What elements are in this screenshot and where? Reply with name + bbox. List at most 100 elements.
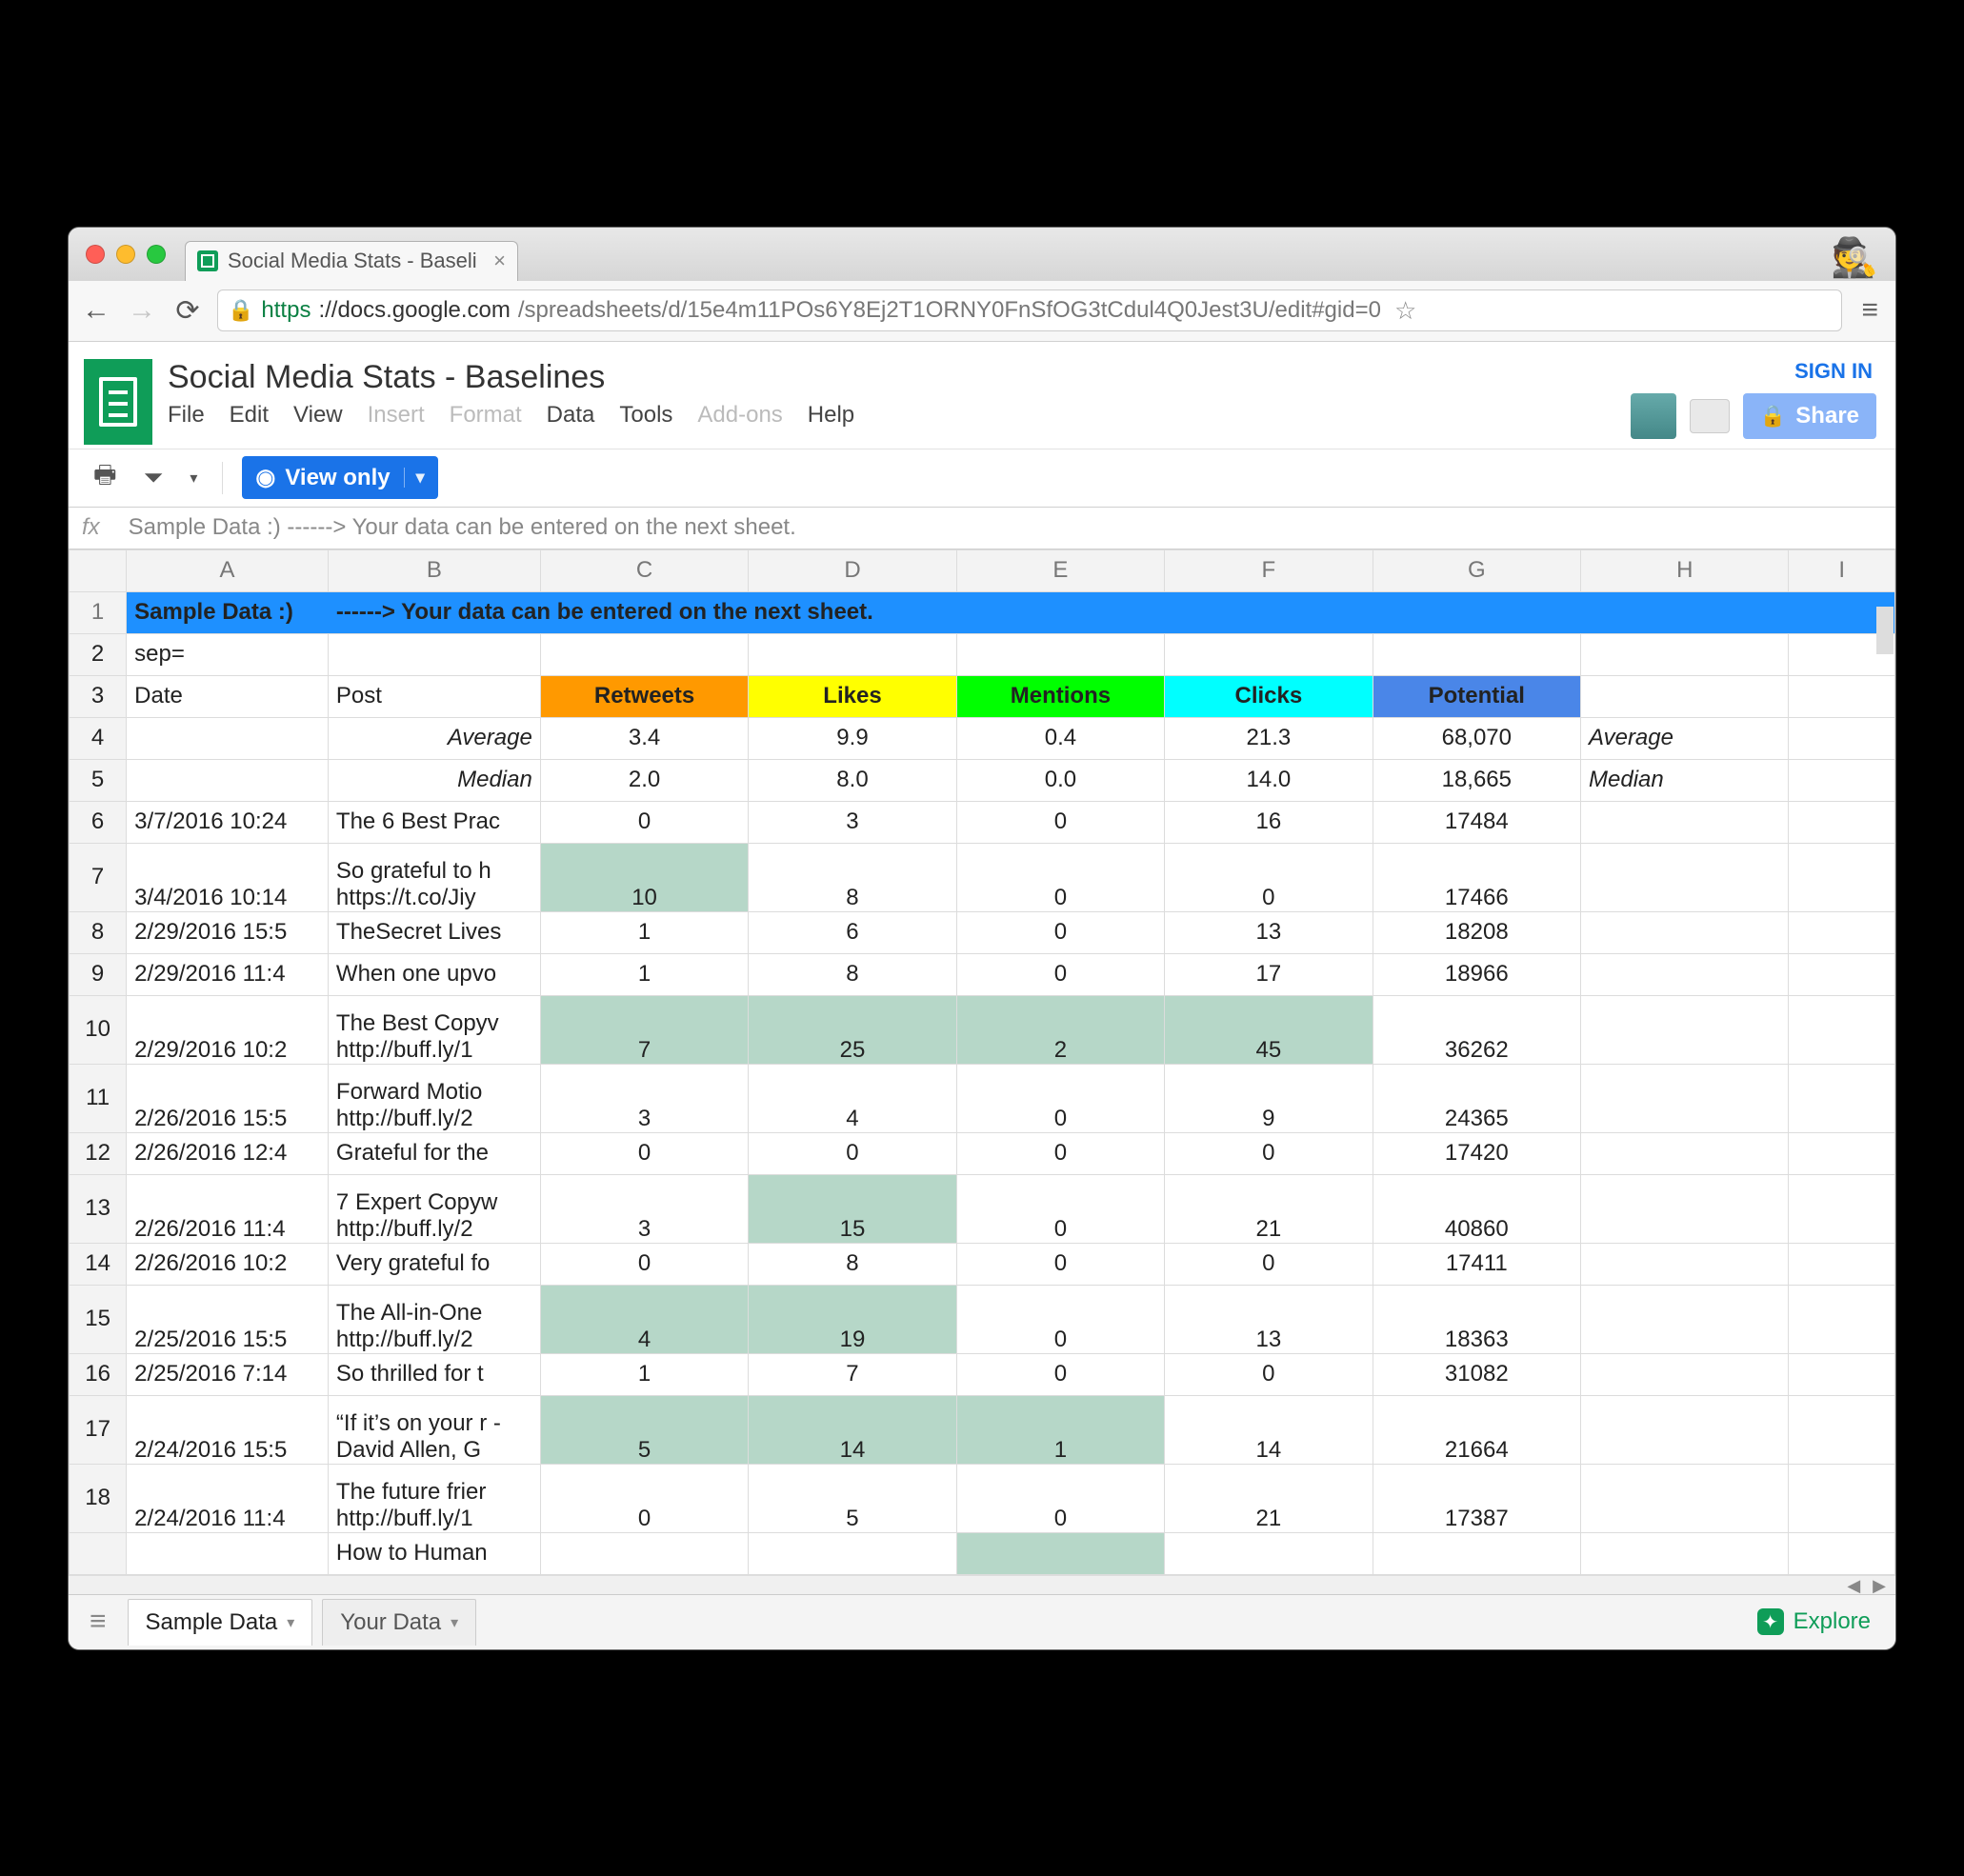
cell[interactable]: 1 bbox=[540, 911, 748, 953]
row-header[interactable]: 15 bbox=[70, 1285, 127, 1353]
document-title[interactable]: Social Media Stats - Baselines bbox=[168, 353, 1631, 402]
cell[interactable]: ------> Your data can be entered on the … bbox=[328, 591, 1894, 633]
row-header[interactable]: 12 bbox=[70, 1132, 127, 1174]
cell[interactable]: The All-in-One http://buff.ly/2 bbox=[328, 1285, 540, 1353]
cell[interactable] bbox=[1581, 1464, 1789, 1532]
menu-edit[interactable]: Edit bbox=[230, 402, 269, 429]
cell[interactable]: 0 bbox=[540, 1132, 748, 1174]
maximize-window-button[interactable] bbox=[147, 245, 166, 264]
cell[interactable]: 0 bbox=[1165, 1132, 1373, 1174]
cell[interactable]: The 6 Best Prac bbox=[328, 801, 540, 843]
cell[interactable]: 68,070 bbox=[1373, 717, 1580, 759]
cell[interactable]: 17420 bbox=[1373, 1132, 1580, 1174]
cell[interactable] bbox=[540, 633, 748, 675]
row-header[interactable]: 13 bbox=[70, 1174, 127, 1243]
row-header[interactable]: 1 bbox=[70, 591, 127, 633]
cell[interactable]: 3 bbox=[540, 1174, 748, 1243]
row-header[interactable]: 3 bbox=[70, 675, 127, 717]
row-header[interactable]: 2 bbox=[70, 633, 127, 675]
cell[interactable]: 1 bbox=[540, 953, 748, 995]
row-header[interactable]: 6 bbox=[70, 801, 127, 843]
cell[interactable] bbox=[127, 717, 329, 759]
cell[interactable]: Very grateful fo bbox=[328, 1243, 540, 1285]
menu-view[interactable]: View bbox=[293, 402, 343, 429]
cell[interactable]: 0 bbox=[956, 1174, 1164, 1243]
cell[interactable]: 2/29/2016 11:4 bbox=[127, 953, 329, 995]
cell[interactable]: 2/26/2016 12:4 bbox=[127, 1132, 329, 1174]
chevron-down-icon[interactable]: ▾ bbox=[287, 1613, 294, 1632]
row-header[interactable]: 4 bbox=[70, 717, 127, 759]
cell[interactable]: 0 bbox=[956, 953, 1164, 995]
back-button[interactable]: ← bbox=[80, 294, 112, 327]
select-all-cell[interactable] bbox=[70, 549, 127, 591]
cell[interactable]: 19 bbox=[749, 1285, 956, 1353]
cell[interactable]: Sample Data :) bbox=[127, 591, 329, 633]
cell[interactable]: 2/26/2016 11:4 bbox=[127, 1174, 329, 1243]
cell[interactable]: 40860 bbox=[1373, 1174, 1580, 1243]
row-header[interactable]: 9 bbox=[70, 953, 127, 995]
cell[interactable]: 6 bbox=[749, 911, 956, 953]
comments-icon[interactable] bbox=[1690, 399, 1730, 433]
row-header[interactable]: 7 bbox=[70, 843, 127, 911]
cell[interactable]: 2/25/2016 7:14 bbox=[127, 1353, 329, 1395]
cell[interactable]: 0 bbox=[749, 1132, 956, 1174]
cell[interactable]: Retweets bbox=[540, 675, 748, 717]
row-header[interactable]: 5 bbox=[70, 759, 127, 801]
cell[interactable]: 0 bbox=[540, 1243, 748, 1285]
row-header[interactable] bbox=[70, 1532, 127, 1574]
cell[interactable]: 3/4/2016 10:14 bbox=[127, 843, 329, 911]
cell[interactable]: Potential bbox=[1373, 675, 1580, 717]
row-header[interactable]: 16 bbox=[70, 1353, 127, 1395]
cell[interactable]: 21 bbox=[1165, 1464, 1373, 1532]
cell[interactable]: 2/26/2016 15:5 bbox=[127, 1064, 329, 1132]
cell[interactable] bbox=[1581, 1395, 1789, 1464]
cell[interactable]: 13 bbox=[1165, 1285, 1373, 1353]
reload-button[interactable]: ⟳ bbox=[171, 294, 204, 328]
cell[interactable] bbox=[1165, 633, 1373, 675]
cell[interactable]: 0 bbox=[956, 1353, 1164, 1395]
cell[interactable]: 17411 bbox=[1373, 1243, 1580, 1285]
cell[interactable]: 17484 bbox=[1373, 801, 1580, 843]
cell[interactable] bbox=[1581, 633, 1789, 675]
cell[interactable]: “If it’s on your r - David Allen, G bbox=[328, 1395, 540, 1464]
cell[interactable]: Average bbox=[328, 717, 540, 759]
cell[interactable]: 2/26/2016 10:2 bbox=[127, 1243, 329, 1285]
cell[interactable]: Grateful for the bbox=[328, 1132, 540, 1174]
cell[interactable]: 18,665 bbox=[1373, 759, 1580, 801]
cell[interactable]: 2 bbox=[956, 995, 1164, 1064]
cell[interactable]: 2/29/2016 15:5 bbox=[127, 911, 329, 953]
cell[interactable]: 17466 bbox=[1373, 843, 1580, 911]
cell[interactable]: 45 bbox=[1165, 995, 1373, 1064]
scroll-arrows-icon[interactable]: ◀ ▶ bbox=[1847, 1576, 1890, 1596]
cell[interactable] bbox=[1581, 801, 1789, 843]
col-header-A[interactable]: A bbox=[127, 549, 329, 591]
cell[interactable]: 18363 bbox=[1373, 1285, 1580, 1353]
cell[interactable] bbox=[1581, 1064, 1789, 1132]
col-header-F[interactable]: F bbox=[1165, 549, 1373, 591]
spreadsheet-grid[interactable]: A B C D E F G H I 1 Sample Data :) -----… bbox=[69, 549, 1895, 1575]
cell[interactable]: 7 Expert Copyw http://buff.ly/2 bbox=[328, 1174, 540, 1243]
cell[interactable]: 0 bbox=[956, 1285, 1164, 1353]
cell[interactable]: Likes bbox=[749, 675, 956, 717]
cell[interactable]: 21.3 bbox=[1165, 717, 1373, 759]
cell[interactable] bbox=[127, 1532, 329, 1574]
cell[interactable]: 10 bbox=[540, 843, 748, 911]
cell[interactable]: 0 bbox=[956, 911, 1164, 953]
cell[interactable]: 0.4 bbox=[956, 717, 1164, 759]
col-header-C[interactable]: C bbox=[540, 549, 748, 591]
share-button[interactable]: 🔒 Share bbox=[1743, 393, 1876, 439]
cell[interactable]: 0 bbox=[1165, 843, 1373, 911]
cell[interactable]: 1 bbox=[956, 1395, 1164, 1464]
cell[interactable]: 0 bbox=[956, 1464, 1164, 1532]
bookmark-star-icon[interactable]: ☆ bbox=[1394, 296, 1416, 326]
col-header-D[interactable]: D bbox=[749, 549, 956, 591]
cell[interactable]: When one upvo bbox=[328, 953, 540, 995]
row-header[interactable]: 14 bbox=[70, 1243, 127, 1285]
horizontal-scrollbar[interactable]: ◀ ▶ bbox=[69, 1575, 1895, 1594]
cell[interactable] bbox=[956, 1532, 1164, 1574]
row-header[interactable]: 8 bbox=[70, 911, 127, 953]
minimize-window-button[interactable] bbox=[116, 245, 135, 264]
cell[interactable]: 2/29/2016 10:2 bbox=[127, 995, 329, 1064]
cell[interactable]: 9 bbox=[1165, 1064, 1373, 1132]
cell[interactable]: 0 bbox=[956, 1132, 1164, 1174]
